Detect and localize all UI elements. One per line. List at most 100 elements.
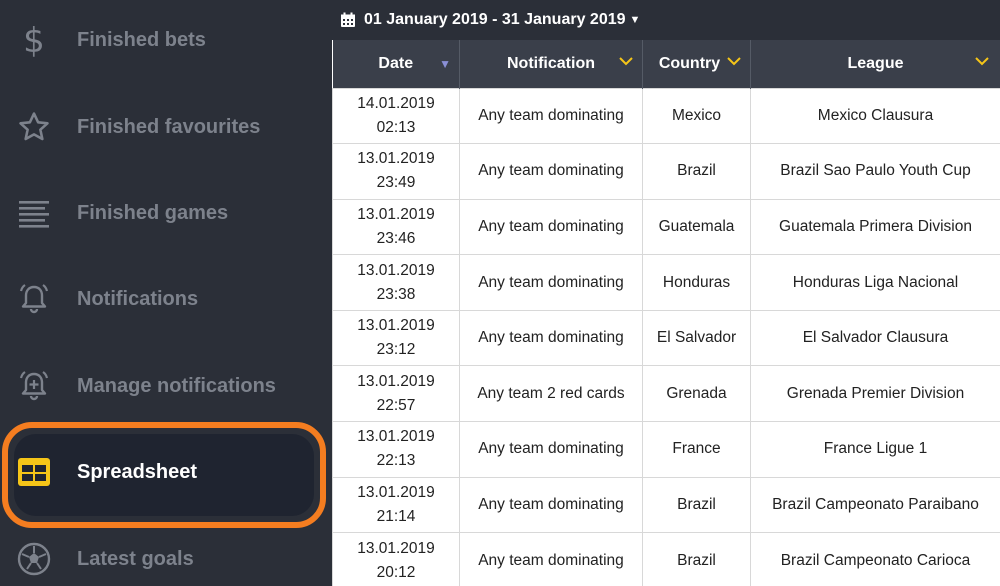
date-value: 13.01.2019 (357, 428, 435, 446)
country-cell: Mexico (642, 87, 751, 145)
sidebar-item-label: Latest goals (77, 547, 194, 570)
date-cell: 13.01.2019 23:38 (332, 254, 460, 311)
cell-value: Honduras Liga Nacional (792, 273, 959, 291)
spreadsheet-icon (16, 454, 52, 490)
cell-value: Brazil Campeonato Paraibano (772, 495, 979, 513)
chevron-down-icon[interactable] (974, 54, 990, 72)
time-value: 23:49 (376, 174, 416, 192)
svg-text:$: $ (23, 22, 45, 58)
cell-value: Any team dominating (478, 329, 624, 347)
date-cell: 13.01.2019 23:49 (332, 143, 460, 200)
notification-cell: Any team dominating (459, 309, 643, 367)
column-header-label: League (847, 54, 904, 72)
sidebar-item-latest-goals[interactable]: Latest goals (0, 516, 332, 586)
notification-cell: Any team dominating (459, 254, 643, 311)
cell-value: Any team dominating (478, 495, 624, 513)
time-value: 02:13 (376, 118, 416, 136)
date-cell: 14.01.2019 02:13 (332, 87, 460, 145)
cell-value: Mexico Clausura (817, 106, 934, 124)
table-row[interactable]: 13.01.2019 23:49 Any team dominating Brazil… (332, 143, 1000, 200)
notification-cell: Any team 2 red cards (459, 365, 643, 423)
cell-value: Brazil Sao Paulo Youth Cup (780, 162, 971, 180)
cell-value: Any team dominating (478, 551, 624, 569)
cell-value: Mexico (671, 106, 722, 124)
date-cell: 13.01.2019 20:12 (332, 532, 460, 586)
date-value: 13.01.2019 (357, 150, 435, 168)
football-icon (16, 541, 52, 577)
notification-cell: Any team dominating (459, 198, 643, 256)
date-cell: 13.01.2019 21:14 (332, 476, 460, 534)
cell-value: Grenada (666, 384, 727, 402)
table-row[interactable]: 13.01.2019 22:13 Any team dominating France… (332, 421, 1000, 478)
country-cell: Honduras (642, 254, 751, 311)
country-cell: Grenada (642, 365, 751, 423)
cell-value: Brazil Campeonato Carioca (780, 551, 971, 569)
cell-value: Any team dominating (478, 162, 624, 180)
league-cell: Grenada Premier Division (750, 365, 1000, 423)
cell-value: Brazil (677, 495, 716, 513)
cell-value: France (672, 440, 721, 458)
league-cell: Brazil Campeonato Paraibano (750, 476, 1000, 534)
column-header-notification[interactable]: Notification (459, 40, 643, 88)
calendar-icon (340, 12, 356, 28)
table-row[interactable]: 13.01.2019 23:12 Any team dominating El Sal… (332, 309, 1000, 367)
table-row[interactable]: 13.01.2019 22:57 Any team 2 red cards Grena… (332, 365, 1000, 423)
cell-value: El Salvador Clausura (802, 329, 949, 347)
country-cell: Guatemala (642, 198, 751, 256)
cell-value: Any team 2 red cards (477, 384, 625, 402)
time-value: 21:14 (376, 507, 416, 525)
sidebar-item-label: Spreadsheet (77, 460, 198, 483)
cell-value: France Ligue 1 (823, 440, 928, 458)
sidebar-item-finished-games[interactable]: Finished games (0, 170, 332, 256)
date-range-picker[interactable]: 01 January 2019 - 31 January 2019 ▼ (332, 0, 1000, 40)
league-cell: France Ligue 1 (750, 421, 1000, 478)
country-cell: El Salvador (642, 309, 751, 367)
time-value: 22:57 (376, 396, 416, 414)
cell-value: Grenada Premier Division (786, 384, 965, 402)
cell-value: Any team dominating (478, 440, 624, 458)
table-row[interactable]: 13.01.2019 21:14 Any team dominating Brazil… (332, 476, 1000, 534)
cell-value: Guatemala Primera Division (779, 217, 972, 235)
notification-cell: Any team dominating (459, 476, 643, 534)
table-row[interactable]: 14.01.2019 02:13 Any team dominating Mexico… (332, 87, 1000, 145)
time-value: 23:46 (376, 229, 416, 247)
date-cell: 13.01.2019 23:46 (332, 198, 460, 256)
sidebar-item-manage-notifications[interactable]: Manage notifications (0, 343, 332, 429)
chevron-down-icon[interactable] (726, 54, 742, 72)
cell-value: Honduras (662, 273, 731, 291)
cell-value: Brazil (677, 551, 716, 569)
sidebar-item-notifications[interactable]: Notifications (0, 256, 332, 342)
table-row[interactable]: 13.01.2019 23:38 Any team dominating Hondur… (332, 254, 1000, 311)
sidebar-item-finished-favourites[interactable]: Finished favourites (0, 84, 332, 170)
sort-desc-icon[interactable]: ▼ (439, 57, 451, 71)
column-header-league[interactable]: League (750, 40, 1000, 88)
table-row[interactable]: 13.01.2019 23:46 Any team dominating Guatem… (332, 198, 1000, 256)
chevron-down-icon[interactable] (618, 54, 634, 72)
league-cell: Brazil Campeonato Carioca (750, 532, 1000, 586)
league-cell: Brazil Sao Paulo Youth Cup (750, 143, 1000, 200)
sidebar-item-label: Finished games (77, 201, 229, 224)
column-header-label: Country (658, 54, 721, 72)
date-value: 13.01.2019 (357, 483, 435, 501)
date-range-label: 01 January 2019 - 31 January 2019 (364, 11, 626, 28)
date-value: 13.01.2019 (357, 372, 435, 390)
cell-value: Any team dominating (478, 273, 624, 291)
sidebar-item-finished-bets[interactable]: $ Finished bets (0, 0, 332, 83)
league-cell: Mexico Clausura (750, 87, 1000, 145)
cell-value: Brazil (677, 162, 716, 180)
cell-value: Any team dominating (478, 106, 624, 124)
sidebar: $ Finished bets Finished favourites Fini… (0, 0, 332, 586)
sidebar-item-label: Notifications (77, 287, 199, 310)
date-value: 13.01.2019 (357, 539, 435, 557)
time-value: 23:12 (376, 341, 416, 359)
date-cell: 13.01.2019 22:13 (332, 421, 460, 478)
date-value: 14.01.2019 (357, 94, 435, 112)
notifications-table: Date ▼ Notification Country League 14.01… (332, 40, 1000, 586)
notification-cell: Any team dominating (459, 532, 643, 586)
table-row[interactable]: 13.01.2019 20:12 Any team dominating Brazil… (332, 532, 1000, 586)
sidebar-item-spreadsheet[interactable]: Spreadsheet (0, 429, 332, 515)
column-header-country[interactable]: Country (642, 40, 751, 88)
cell-value: Any team dominating (478, 217, 624, 235)
column-header-date[interactable]: Date ▼ (332, 40, 460, 88)
notification-cell: Any team dominating (459, 87, 643, 145)
